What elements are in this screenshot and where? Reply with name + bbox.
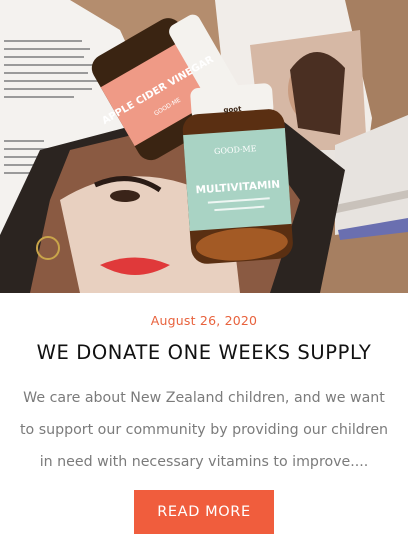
blog-post-card: APPLE CIDER VINEGAR GOOD·ME goot GOOD·ME…	[0, 0, 408, 534]
multivitamin-badge-text: goot	[223, 105, 242, 114]
post-title[interactable]: WE DONATE ONE WEEKS SUPPLY	[0, 341, 408, 364]
post-hero-image[interactable]: APPLE CIDER VINEGAR GOOD·ME goot GOOD·ME…	[0, 0, 408, 293]
post-excerpt: We care about New Zealand children, and …	[19, 390, 389, 470]
read-more-button[interactable]: READ MORE	[134, 490, 274, 534]
hero-photo: APPLE CIDER VINEGAR GOOD·ME goot GOOD·ME…	[0, 0, 408, 293]
post-date: August 26, 2020	[150, 313, 258, 328]
